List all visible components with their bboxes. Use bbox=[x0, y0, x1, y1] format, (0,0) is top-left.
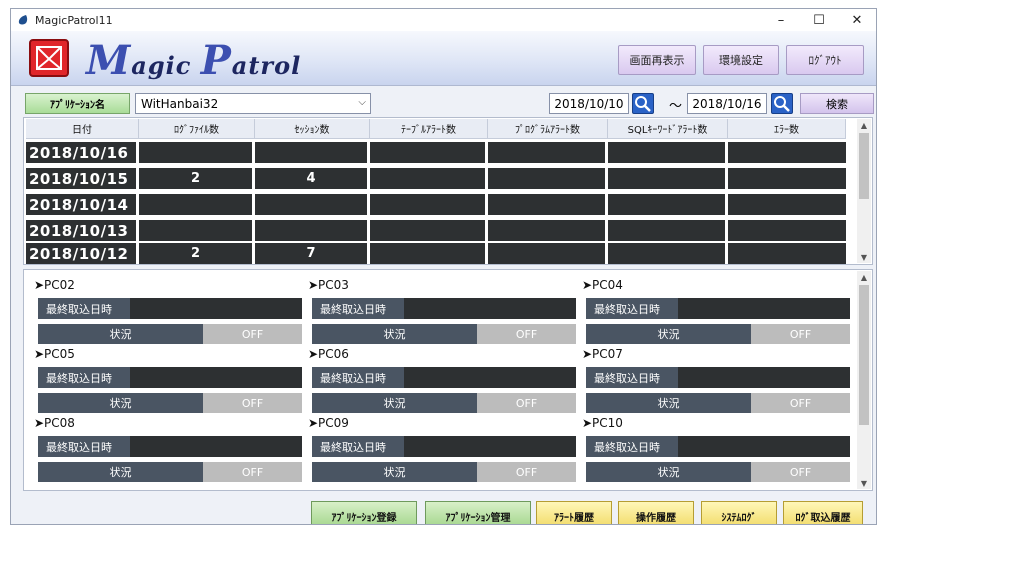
alert-history-button[interactable]: ｱﾗｰﾄ履歴 bbox=[536, 501, 612, 524]
date-range-separator: ～ bbox=[669, 99, 683, 114]
date-to-input[interactable]: 2018/10/16 bbox=[687, 93, 767, 114]
status-row: 状況 OFF bbox=[586, 393, 850, 413]
last-import-field: 最終取込日時 bbox=[586, 298, 850, 319]
title-bar: MagicPatrol11 – ☐ ✕ bbox=[11, 9, 876, 31]
status-row: 状況 OFF bbox=[586, 324, 850, 344]
pc-card: ➤PC09 最終取込日時 状況 OFF bbox=[308, 416, 578, 484]
pc-name: ➤PC07 bbox=[582, 347, 623, 361]
app-register-button[interactable]: ｱﾌﾟﾘｹｰｼｮﾝ登録 bbox=[311, 501, 417, 524]
scroll-up-icon[interactable]: ▲ bbox=[857, 271, 871, 283]
pc-card: ➤PC04 最終取込日時 状況 OFF bbox=[582, 278, 852, 346]
app-name-value: WitHanbai32 bbox=[141, 96, 219, 111]
header-banner: Magic Patrol 画面再表示 環境設定 ﾛｸﾞｱｳﾄ bbox=[11, 31, 876, 86]
pc-status-panel: ➤PC02 最終取込日時 状況 OFF ➤PC03 最終取込日時 状況 OFF ➤P… bbox=[23, 269, 873, 491]
pc-card: ➤PC06 最終取込日時 状況 OFF bbox=[308, 347, 578, 415]
grid-scrollbar[interactable]: ▲ ▼ bbox=[857, 119, 871, 263]
status-badge: OFF bbox=[751, 393, 850, 413]
app-manage-button[interactable]: ｱﾌﾟﾘｹｰｼｮﾝ管理 bbox=[425, 501, 531, 524]
pc-card: ➤PC02 最終取込日時 状況 OFF bbox=[34, 278, 304, 346]
grid-header: 日付 ﾛｸﾞﾌｧｲﾙ数 ｾｯｼｮﾝ数 ﾃｰﾌﾞﾙｱﾗｰﾄ数 ﾌﾟﾛｸﾞﾗﾑｱﾗｰ… bbox=[26, 119, 846, 139]
pc-card: ➤PC08 最終取込日時 状況 OFF bbox=[34, 416, 304, 484]
pc-card: ➤PC05 最終取込日時 状況 OFF bbox=[34, 347, 304, 415]
table-row[interactable]: 2018/10/16 bbox=[26, 142, 849, 163]
summary-grid: 日付 ﾛｸﾞﾌｧｲﾙ数 ｾｯｼｮﾝ数 ﾃｰﾌﾞﾙｱﾗｰﾄ数 ﾌﾟﾛｸﾞﾗﾑｱﾗｰ… bbox=[23, 117, 873, 265]
pc-panel-scrollbar[interactable]: ▲ ▼ bbox=[857, 271, 871, 489]
close-button[interactable]: ✕ bbox=[838, 9, 876, 31]
scroll-up-icon[interactable]: ▲ bbox=[857, 119, 871, 131]
magicpatrol-logo-icon bbox=[29, 39, 69, 77]
window-title: MagicPatrol11 bbox=[35, 13, 113, 27]
pc-name: ➤PC03 bbox=[308, 278, 349, 292]
table-row[interactable]: 2018/10/15 2 4 bbox=[26, 168, 849, 189]
last-import-field: 最終取込日時 bbox=[586, 367, 850, 388]
last-import-field: 最終取込日時 bbox=[312, 367, 576, 388]
pc-name: ➤PC09 bbox=[308, 416, 349, 430]
status-badge: OFF bbox=[477, 393, 576, 413]
status-badge: OFF bbox=[751, 324, 850, 344]
last-import-field: 最終取込日時 bbox=[312, 298, 576, 319]
system-log-button[interactable]: ｼｽﾃﾑﾛｸﾞ bbox=[701, 501, 777, 524]
status-row: 状況 OFF bbox=[586, 462, 850, 482]
last-import-field: 最終取込日時 bbox=[38, 367, 302, 388]
log-import-history-button[interactable]: ﾛｸﾞ取込履歴 bbox=[783, 501, 863, 524]
search-icon[interactable] bbox=[632, 93, 654, 114]
pc-card: ➤PC07 最終取込日時 状況 OFF bbox=[582, 347, 852, 415]
minimize-button[interactable]: – bbox=[762, 9, 800, 31]
maximize-button[interactable]: ☐ bbox=[800, 9, 838, 31]
status-badge: OFF bbox=[203, 324, 302, 344]
header-sessions: ｾｯｼｮﾝ数 bbox=[255, 119, 370, 139]
settings-button[interactable]: 環境設定 bbox=[703, 45, 779, 75]
status-row: 状況 OFF bbox=[312, 393, 576, 413]
last-import-field: 最終取込日時 bbox=[38, 298, 302, 319]
pc-name: ➤PC02 bbox=[34, 278, 75, 292]
pc-name: ➤PC08 bbox=[34, 416, 75, 430]
header-date: 日付 bbox=[26, 119, 139, 139]
operation-history-button[interactable]: 操作履歴 bbox=[618, 501, 694, 524]
scroll-down-icon[interactable]: ▼ bbox=[857, 477, 871, 489]
pc-name: ➤PC04 bbox=[582, 278, 623, 292]
last-import-field: 最終取込日時 bbox=[586, 436, 850, 457]
status-badge: OFF bbox=[203, 393, 302, 413]
header-sql-keyword-alerts: SQLｷｰﾜｰﾄﾞｱﾗｰﾄ数 bbox=[608, 119, 728, 139]
pc-card: ➤PC10 最終取込日時 状況 OFF bbox=[582, 416, 852, 484]
filter-row: ｱﾌﾟﾘｹｰｼｮﾝ名 WitHanbai32 ⌵ 2018/10/10 ～ 20… bbox=[25, 93, 874, 115]
droplet-icon bbox=[18, 15, 28, 25]
status-row: 状況 OFF bbox=[38, 324, 302, 344]
header-log-files: ﾛｸﾞﾌｧｲﾙ数 bbox=[139, 119, 255, 139]
table-row[interactable]: 2018/10/12 2 7 bbox=[26, 243, 849, 264]
status-row: 状況 OFF bbox=[38, 393, 302, 413]
header-errors: ｴﾗｰ数 bbox=[728, 119, 846, 139]
logout-button[interactable]: ﾛｸﾞｱｳﾄ bbox=[786, 45, 864, 75]
date-from-input[interactable]: 2018/10/10 bbox=[549, 93, 629, 114]
status-badge: OFF bbox=[477, 462, 576, 482]
scroll-thumb[interactable] bbox=[859, 285, 869, 425]
search-icon[interactable] bbox=[771, 93, 793, 114]
status-badge: OFF bbox=[203, 462, 302, 482]
table-row[interactable]: 2018/10/14 bbox=[26, 194, 849, 215]
header-program-alerts: ﾌﾟﾛｸﾞﾗﾑｱﾗｰﾄ数 bbox=[488, 119, 608, 139]
refresh-button[interactable]: 画面再表示 bbox=[618, 45, 696, 75]
table-row[interactable]: 2018/10/13 bbox=[26, 220, 849, 241]
search-button[interactable]: 検索 bbox=[800, 93, 874, 114]
app-name-select[interactable]: WitHanbai32 ⌵ bbox=[135, 93, 371, 114]
header-table-alerts: ﾃｰﾌﾞﾙｱﾗｰﾄ数 bbox=[370, 119, 488, 139]
status-row: 状況 OFF bbox=[38, 462, 302, 482]
status-badge: OFF bbox=[751, 462, 850, 482]
app-logo-text: Magic Patrol bbox=[86, 37, 302, 84]
last-import-field: 最終取込日時 bbox=[312, 436, 576, 457]
pc-card: ➤PC03 最終取込日時 状況 OFF bbox=[308, 278, 578, 346]
app-window: MagicPatrol11 – ☐ ✕ Magic Patrol 画面再表示 環… bbox=[10, 8, 877, 525]
status-row: 状況 OFF bbox=[312, 324, 576, 344]
last-import-field: 最終取込日時 bbox=[38, 436, 302, 457]
pc-name: ➤PC10 bbox=[582, 416, 623, 430]
status-badge: OFF bbox=[477, 324, 576, 344]
scroll-thumb[interactable] bbox=[859, 133, 869, 199]
chevron-down-icon: ⌵ bbox=[358, 97, 366, 108]
app-name-label: ｱﾌﾟﾘｹｰｼｮﾝ名 bbox=[25, 93, 130, 114]
status-row: 状況 OFF bbox=[312, 462, 576, 482]
scroll-down-icon[interactable]: ▼ bbox=[857, 251, 871, 263]
pc-name: ➤PC06 bbox=[308, 347, 349, 361]
pc-name: ➤PC05 bbox=[34, 347, 75, 361]
